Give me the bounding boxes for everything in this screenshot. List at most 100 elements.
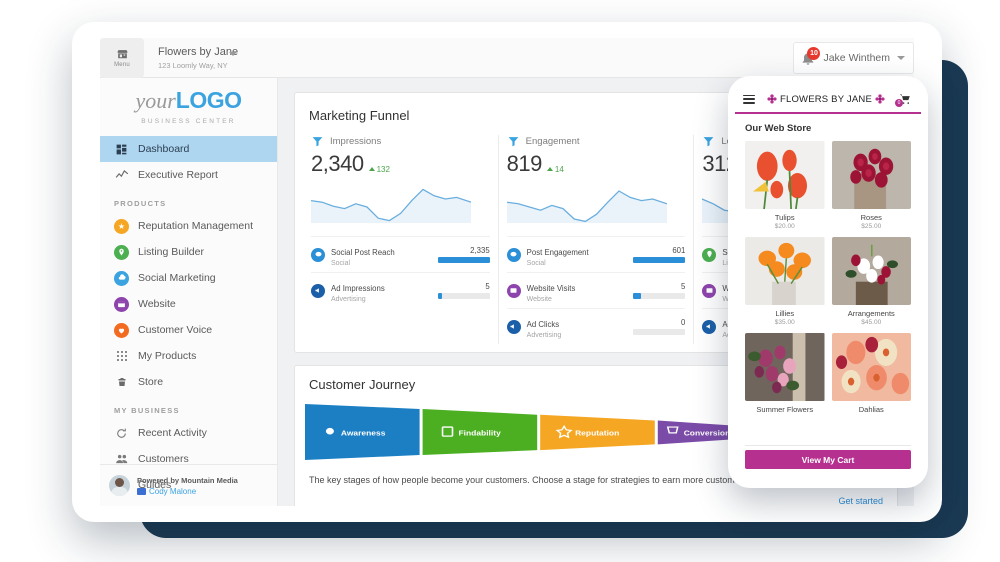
sidebar-item-customer-voice[interactable]: Customer Voice: [100, 317, 277, 343]
product-price: $20.00: [745, 223, 825, 230]
business-name[interactable]: Flowers by Jane: [158, 46, 238, 58]
tulips-photo: [745, 141, 825, 209]
lillies-photo: [745, 237, 825, 305]
product-card[interactable]: Summer Flowers: [745, 333, 825, 415]
user-chevron-down-icon[interactable]: [897, 56, 905, 60]
flower-icon: [875, 94, 885, 104]
refresh-icon: [114, 426, 129, 441]
detail-value: 0: [633, 318, 685, 327]
menu-button[interactable]: Menu: [100, 38, 144, 78]
mobile-store-title: Our Web Store: [735, 114, 921, 141]
product-name: Lillies: [745, 309, 825, 318]
metric-label: Engagement: [526, 136, 580, 147]
sidebar-section-heading-my-business: MY BUSINESS: [100, 395, 277, 420]
cloud-circle-icon: [114, 271, 129, 286]
metric-detail-row: Social Post Reach Social 2,335: [311, 236, 490, 272]
product-name: Summer Flowers: [745, 405, 825, 414]
star-icon: [557, 426, 571, 437]
logo-bold-text: LOGO: [176, 87, 242, 113]
journey-label-findability: Findability: [458, 429, 501, 437]
product-card[interactable]: Arrangements $45.00: [832, 237, 912, 326]
hamburger-menu-icon[interactable]: [743, 95, 755, 104]
sidebar: yourLOGO BUSINESS CENTER Dashboard Execu…: [100, 78, 278, 506]
user-menu[interactable]: 10 Jake Winthem: [793, 42, 914, 74]
sidebar-item-dashboard[interactable]: Dashboard: [100, 136, 277, 162]
social-chat-icon: [311, 248, 325, 262]
sidebar-item-website[interactable]: Website: [100, 291, 277, 317]
sidebar-item-social-marketing[interactable]: Social Marketing: [100, 265, 277, 291]
sparkline-impressions: [311, 183, 471, 223]
roses-photo: [832, 141, 912, 209]
megaphone-icon: [702, 320, 716, 334]
metric-detail-row: Website Visits Website 5: [507, 272, 686, 308]
detail-name: Ad Impressions: [331, 284, 385, 293]
detail-bar: [633, 293, 685, 299]
sidebar-item-label: Dashboard: [138, 143, 189, 155]
sidebar-item-label: My Products: [138, 350, 196, 362]
product-card[interactable]: Dahlias: [832, 333, 912, 415]
flower-icon: [767, 94, 777, 104]
notification-badge: 10: [807, 47, 820, 60]
megaphone-icon: [507, 320, 521, 334]
logo-subtitle: BUSINESS CENTER: [141, 118, 235, 125]
metric-engagement: Engagement 819 14: [499, 135, 695, 344]
sidebar-item-listing-builder[interactable]: Listing Builder: [100, 239, 277, 265]
product-price: $35.00: [745, 319, 825, 326]
sidebar-item-store[interactable]: Store: [100, 369, 277, 395]
summer-flowers-photo: [745, 333, 825, 401]
sidebar-item-recent-activity[interactable]: Recent Activity: [100, 420, 277, 446]
cart-icon: [668, 427, 678, 433]
business-chevron-down-icon[interactable]: [229, 52, 237, 56]
notifications-button[interactable]: 10: [800, 50, 816, 66]
metric-delta: 14: [547, 165, 564, 174]
arrangements-photo: [832, 237, 912, 305]
cart-badge: 0: [895, 99, 903, 107]
sidebar-item-my-products[interactable]: My Products: [100, 343, 277, 369]
logo-italic-text: your: [135, 88, 175, 113]
metric-value: 2,340: [311, 151, 364, 177]
sidebar-item-label: Recent Activity: [138, 427, 207, 439]
magnifier-page-icon: [443, 427, 453, 436]
sidebar-footer: Powered by Mountain Media Cody Malone: [100, 464, 278, 506]
detail-bar: [633, 329, 685, 335]
get-started-link[interactable]: Get started: [295, 488, 897, 507]
megaphone-icon: [311, 284, 325, 298]
product-card[interactable]: Tulips $20.00: [745, 141, 825, 230]
user-name: Jake Winthem: [823, 52, 890, 64]
mobile-brand: FLOWERS BY JANE: [760, 94, 892, 105]
sidebar-item-label: Listing Builder: [138, 246, 204, 258]
delta-up-icon: [547, 167, 553, 171]
detail-category: Social: [331, 260, 432, 267]
detail-bar: [633, 257, 685, 263]
chat-chip-icon: [137, 488, 146, 495]
detail-name: Website Visits: [527, 284, 576, 293]
sidebar-item-reputation-management[interactable]: ★ Reputation Management: [100, 213, 277, 239]
sidebar-item-label: Store: [138, 376, 163, 388]
page-title: Marketing Funnel: [309, 108, 409, 123]
product-price: $25.00: [832, 223, 912, 230]
footer-user[interactable]: Cody Malone: [137, 487, 238, 496]
mobile-cart-button[interactable]: 0: [897, 92, 913, 106]
browser-circle-icon: [114, 297, 129, 312]
footer-user-label: Cody Malone: [149, 487, 196, 496]
logo: yourLOGO BUSINESS CENTER: [100, 78, 277, 136]
view-my-cart-button[interactable]: View My Cart: [745, 450, 911, 469]
menu-label: Menu: [114, 62, 130, 68]
mobile-brand-label: FLOWERS BY JANE: [780, 94, 872, 105]
detail-value: 601: [633, 246, 685, 255]
avatar: [109, 475, 130, 496]
product-card[interactable]: Roses $25.00: [832, 141, 912, 230]
metric-detail-row: Ad Impressions Advertising 5: [311, 272, 490, 308]
detail-bar: [438, 293, 490, 299]
product-card[interactable]: Lillies $35.00: [745, 237, 825, 326]
metric-detail-row: Ad Clicks Advertising 0: [507, 308, 686, 344]
business-address: 123 Loomly Way, NY: [158, 61, 228, 70]
sidebar-item-executive-report[interactable]: Executive Report: [100, 162, 277, 188]
sidebar-item-label: Customer Voice: [138, 324, 212, 336]
detail-category: Advertising: [331, 296, 432, 303]
sidebar-section-heading-products: PRODUCTS: [100, 188, 277, 213]
delta-up-icon: [369, 167, 375, 171]
metric-value: 819: [507, 151, 542, 177]
sidebar-item-label: Executive Report: [138, 169, 218, 181]
delta-value: 14: [555, 165, 564, 174]
